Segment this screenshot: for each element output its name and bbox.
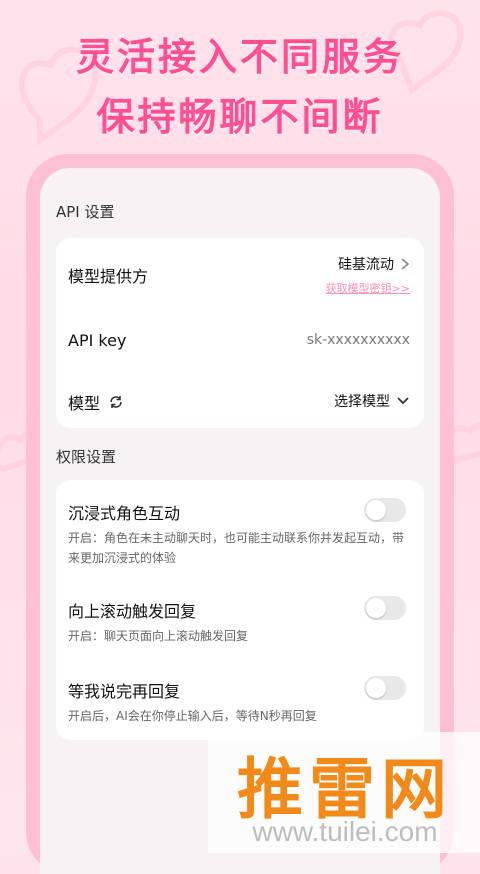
chevron-right-icon — [401, 258, 410, 270]
get-api-key-link[interactable]: 获取模型密钥>> — [326, 280, 410, 296]
api-key-label: API key — [68, 331, 127, 350]
wait-reply-desc: 开启后，AI会在你停止输入后，等待N秒再回复 — [68, 709, 317, 723]
model-select[interactable]: 选择模型 — [334, 391, 410, 411]
api-settings-card: 模型提供方 硅基流动 获取模型密钥>> API key sk-xxxxxxxxx… — [56, 238, 424, 428]
wait-reply-title: 等我说完再回复 — [68, 682, 181, 701]
immersive-interaction-desc: 开启：角色在未主动聊天时，也可能主动联系你并发起互动，带来更加沉浸式的体验 — [68, 531, 405, 565]
scroll-reply-toggle[interactable] — [364, 596, 406, 620]
chevron-down-icon — [397, 397, 409, 405]
api-key-row[interactable]: API key sk-xxxxxxxxxx — [56, 308, 424, 372]
promo-headline-2: 保持畅聊不间断 — [96, 95, 384, 139]
provider-row[interactable]: 模型提供方 硅基流动 获取模型密钥>> — [56, 238, 424, 308]
toggle-knob — [366, 678, 386, 698]
scroll-reply-row: 向上滚动触发回复 开启：聊天页面向上滚动触发回复 — [56, 580, 424, 660]
refresh-icon[interactable] — [108, 394, 124, 410]
scroll-reply-desc: 开启：聊天页面向上滚动触发回复 — [68, 629, 249, 643]
provider-value-group: 硅基流动 — [338, 254, 410, 274]
model-select-value: 选择模型 — [334, 394, 390, 410]
immersive-interaction-toggle[interactable] — [364, 498, 406, 522]
wait-reply-toggle[interactable] — [364, 676, 406, 700]
model-label-group: 模型 — [68, 390, 124, 414]
model-label: 模型 — [68, 394, 101, 413]
api-key-value[interactable]: sk-xxxxxxxxxx — [307, 332, 410, 348]
permission-settings-card: 沉浸式角色互动 开启：角色在未主动聊天时，也可能主动联系你并发起互动，带来更加沉… — [56, 480, 424, 740]
toggle-knob — [366, 598, 386, 618]
wait-reply-row: 等我说完再回复 开启后，AI会在你停止输入后，等待N秒再回复 — [56, 660, 424, 740]
permission-settings-title: 权限设置 — [56, 448, 117, 466]
toggle-knob — [366, 500, 386, 520]
promo-headline-1: 灵活接入不同服务 — [75, 35, 404, 79]
scroll-reply-title: 向上滚动触发回复 — [68, 602, 197, 621]
immersive-interaction-row: 沉浸式角色互动 开启：角色在未主动聊天时，也可能主动联系你并发起互动，带来更加沉… — [56, 480, 424, 576]
api-settings-title: API 设置 — [56, 203, 115, 221]
provider-value: 硅基流动 — [338, 257, 394, 273]
provider-label: 模型提供方 — [68, 267, 149, 286]
model-row[interactable]: 模型 选择模型 — [56, 372, 424, 428]
watermark-url: www.tuilei.com — [252, 816, 438, 847]
immersive-interaction-title: 沉浸式角色互动 — [68, 504, 181, 523]
